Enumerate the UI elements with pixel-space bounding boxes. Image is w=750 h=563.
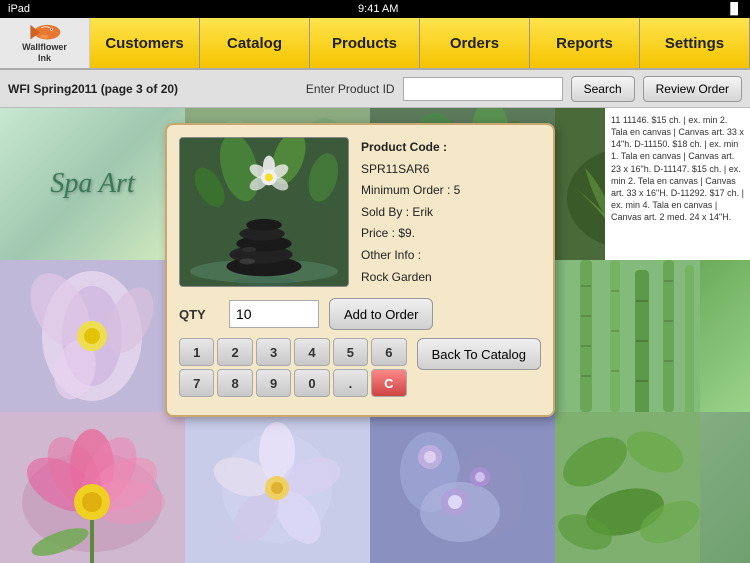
search-button[interactable]: Search <box>571 76 635 102</box>
page-title: WFI Spring2011 (page 3 of 20) <box>8 82 178 96</box>
bamboo-cell <box>555 260 750 412</box>
price-label: Price : $9. <box>361 223 541 245</box>
numpad-key-8[interactable]: 8 <box>217 369 252 397</box>
numpad-key-3[interactable]: 3 <box>256 338 291 366</box>
tab-orders[interactable]: Orders <box>420 18 530 68</box>
qty-input[interactable] <box>229 300 319 328</box>
tropical-image <box>555 412 700 563</box>
main-content: Spa Art <box>0 108 750 563</box>
orchid-cell <box>185 412 370 563</box>
flower-cell <box>0 260 185 412</box>
header: Wallflower Ink Customers Catalog Product… <box>0 18 750 70</box>
qty-row: QTY Add to Order <box>179 298 541 330</box>
time-label: 9:41 AM <box>358 3 398 15</box>
numpad-key-2[interactable]: 2 <box>217 338 252 366</box>
lily-cell <box>0 412 185 563</box>
logo: Wallflower Ink <box>0 18 90 68</box>
catalog-button-section: Back To Catalog <box>407 338 541 370</box>
qty-label: QTY <box>179 307 219 322</box>
review-order-button[interactable]: Review Order <box>643 76 742 102</box>
other-info-value: Rock Garden <box>361 267 541 289</box>
numpad-key-.[interactable]: . <box>333 369 368 397</box>
numpad: 123456 7890.C <box>179 338 407 397</box>
status-bar: iPad 9:41 AM ▐▌ <box>0 0 750 18</box>
battery-icon: ▐▌ <box>726 3 742 15</box>
bamboo-image <box>555 260 700 412</box>
spa-art-cell: Spa Art <box>0 108 185 260</box>
product-details: Product Code : SPR11SAR6 Minimum Order :… <box>361 137 541 288</box>
numpad-key-6[interactable]: 6 <box>371 338 406 366</box>
add-to-order-button[interactable]: Add to Order <box>329 298 433 330</box>
flower-image <box>0 260 185 412</box>
toolbar: WFI Spring2011 (page 3 of 20) Enter Prod… <box>0 70 750 108</box>
numpad-wrapper: 123456 7890.C <box>179 338 407 403</box>
numpad-section: 123456 7890.C Back To Catalog <box>179 338 541 403</box>
sold-by-label: Sold By : Erik <box>361 202 541 224</box>
product-stones-svg <box>180 137 348 287</box>
lily-image <box>0 412 185 563</box>
product-detail-overlay: Product Code : SPR11SAR6 Minimum Order :… <box>165 123 555 417</box>
tab-settings[interactable]: Settings <box>640 18 750 68</box>
product-image <box>179 137 349 287</box>
tab-catalog[interactable]: Catalog <box>200 18 310 68</box>
tropical-leaves-cell <box>555 412 750 563</box>
purple-flowers-cell <box>370 412 555 563</box>
purple-flowers-image <box>370 412 555 563</box>
other-info-label: Other Info : <box>361 245 541 267</box>
nav-tabs: Customers Catalog Products Orders Report… <box>90 18 750 68</box>
logo-icon <box>25 22 65 42</box>
numpad-key-5[interactable]: 5 <box>333 338 368 366</box>
tab-reports[interactable]: Reports <box>530 18 640 68</box>
min-order-label: Minimum Order : 5 <box>361 180 541 202</box>
logo-text: Wallflower Ink <box>22 42 67 64</box>
right-sidebar-text: 11 11146. $15 ch. | ex. min 2. Tala en c… <box>605 108 750 260</box>
numpad-key-C[interactable]: C <box>371 369 406 397</box>
product-top-section: Product Code : SPR11SAR6 Minimum Order :… <box>179 137 541 288</box>
numpad-key-4[interactable]: 4 <box>294 338 329 366</box>
carrier-label: iPad <box>8 3 30 15</box>
tab-products[interactable]: Products <box>310 18 420 68</box>
numpad-key-0[interactable]: 0 <box>294 369 329 397</box>
product-id-input[interactable] <box>403 77 563 101</box>
spa-art-text: Spa Art <box>50 168 134 200</box>
numpad-key-9[interactable]: 9 <box>256 369 291 397</box>
tab-customers[interactable]: Customers <box>90 18 200 68</box>
back-to-catalog-button[interactable]: Back To Catalog <box>417 338 541 370</box>
product-code-value: SPR11SAR6 <box>361 159 541 181</box>
numpad-key-7[interactable]: 7 <box>179 369 214 397</box>
orchid-image <box>185 412 370 563</box>
search-label: Enter Product ID <box>306 82 395 96</box>
product-code-label: Product Code : <box>361 137 541 159</box>
numpad-key-1[interactable]: 1 <box>179 338 214 366</box>
